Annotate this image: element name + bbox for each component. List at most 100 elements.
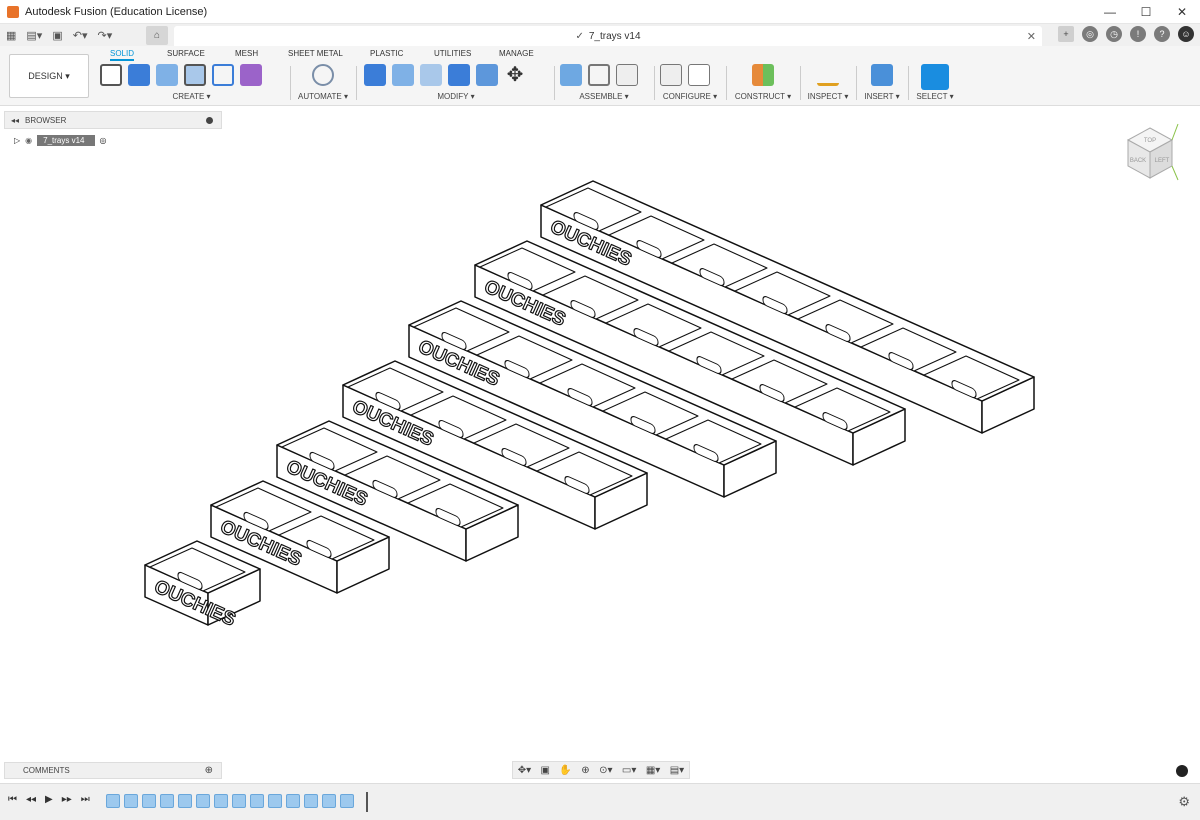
- fillet-icon[interactable]: [392, 64, 414, 86]
- tab-sheet-metal[interactable]: SHEET METAL: [288, 49, 343, 58]
- file-menu-icon[interactable]: ▤▾: [26, 29, 42, 42]
- insert-menu[interactable]: INSERT ▾: [862, 92, 902, 101]
- tab-utilities[interactable]: UTILITIES: [434, 49, 471, 58]
- apps-grid-icon[interactable]: ▦: [6, 29, 16, 42]
- timeline-feature[interactable]: [178, 794, 192, 808]
- go-to-end-icon[interactable]: ⏭: [81, 794, 90, 805]
- combine-icon[interactable]: [476, 64, 498, 86]
- job-status-icon[interactable]: ◷: [1106, 26, 1122, 42]
- inspect-menu[interactable]: INSPECT ▾: [806, 92, 850, 101]
- tab-plastic[interactable]: PLASTIC: [370, 49, 403, 58]
- automate-icon[interactable]: [312, 64, 334, 86]
- offset-plane-icon[interactable]: [752, 64, 774, 86]
- timeline-settings-icon[interactable]: ⚙: [1178, 794, 1190, 810]
- extrude-icon[interactable]: [128, 64, 150, 86]
- timeline-feature[interactable]: [142, 794, 156, 808]
- close-button[interactable]: ✕: [1164, 0, 1200, 24]
- configuration-table-icon[interactable]: [688, 64, 710, 86]
- pan-icon[interactable]: ✋: [559, 765, 571, 776]
- text-commands-icon[interactable]: [1176, 765, 1188, 777]
- avatar[interactable]: ☺: [1178, 26, 1194, 42]
- timeline-feature[interactable]: [124, 794, 138, 808]
- browser-panel-header[interactable]: ◂◂ BROWSER: [4, 111, 222, 129]
- create-menu[interactable]: CREATE ▾: [100, 92, 283, 101]
- revolve-icon[interactable]: [156, 64, 178, 86]
- timeline-feature[interactable]: [322, 794, 336, 808]
- grid-settings-icon[interactable]: ▦▾: [646, 765, 660, 776]
- new-tab-icon[interactable]: +: [1058, 26, 1074, 42]
- timeline-feature[interactable]: [196, 794, 210, 808]
- insert-image-icon[interactable]: [871, 64, 893, 86]
- viewcube[interactable]: TOP BACK LEFT: [1120, 120, 1180, 190]
- maximize-button[interactable]: ☐: [1128, 0, 1164, 24]
- timeline-marker[interactable]: [366, 792, 368, 812]
- redo-icon[interactable]: ↷▾: [97, 29, 112, 42]
- home-tab-icon[interactable]: ⌂: [146, 26, 168, 45]
- press-pull-icon[interactable]: [364, 64, 386, 86]
- tab-mesh[interactable]: MESH: [235, 49, 258, 58]
- notifications-icon[interactable]: !: [1130, 26, 1146, 42]
- chamfer-icon[interactable]: [420, 64, 442, 86]
- timeline-feature[interactable]: [286, 794, 300, 808]
- timeline-feature[interactable]: [268, 794, 282, 808]
- zoom-icon[interactable]: ⊕: [581, 765, 589, 776]
- form-icon[interactable]: [240, 64, 262, 86]
- fit-icon[interactable]: ⊙▾: [599, 765, 612, 776]
- save-icon[interactable]: ▣: [52, 29, 62, 42]
- 3d-viewport[interactable]: OUCHIESOUCHIESOUCHIESOUCHIESOUCHIESOUCHI…: [0, 106, 1200, 783]
- assemble-menu[interactable]: ASSEMBLE ▾: [560, 92, 648, 101]
- timeline-feature[interactable]: [160, 794, 174, 808]
- expand-arrow-icon[interactable]: ▷: [14, 136, 20, 145]
- configure-menu[interactable]: CONFIGURE ▾: [660, 92, 720, 101]
- extensions-icon[interactable]: ◎: [1082, 26, 1098, 42]
- play-icon[interactable]: ▶: [45, 794, 53, 805]
- tab-surface[interactable]: SURFACE: [167, 49, 205, 58]
- add-comment-icon[interactable]: ⊕: [205, 765, 213, 776]
- timeline-feature[interactable]: [106, 794, 120, 808]
- timeline-feature[interactable]: [250, 794, 264, 808]
- step-back-icon[interactable]: ◂◂: [26, 794, 36, 805]
- help-icon[interactable]: ?: [1154, 26, 1170, 42]
- tab-bar: ▦ ▤▾ ▣ ↶▾ ↷▾ ⌂ ✓ 7_trays v14 ✕ + ◎ ◷ ! ?…: [0, 24, 1200, 46]
- timeline-feature[interactable]: [232, 794, 246, 808]
- browser-root-node[interactable]: ▷ ◉ 7_trays v14 ◎: [14, 133, 106, 147]
- timeline-feature[interactable]: [214, 794, 228, 808]
- display-settings-icon[interactable]: ▭▾: [622, 765, 636, 776]
- automate-menu[interactable]: AUTOMATE ▾: [296, 92, 350, 101]
- look-at-icon[interactable]: ▣: [541, 765, 550, 776]
- shell-icon[interactable]: [448, 64, 470, 86]
- joint-icon[interactable]: [588, 64, 610, 86]
- new-component-icon[interactable]: [560, 64, 582, 86]
- construct-menu[interactable]: CONSTRUCT ▾: [732, 92, 794, 101]
- as-built-joint-icon[interactable]: [616, 64, 638, 86]
- visibility-eye-icon[interactable]: ◉: [25, 136, 32, 145]
- timeline-feature[interactable]: [340, 794, 354, 808]
- pattern-icon[interactable]: [212, 64, 234, 86]
- measure-icon[interactable]: [817, 64, 839, 86]
- step-forward-icon[interactable]: ▸▸: [62, 794, 72, 805]
- activate-radio-icon[interactable]: ◎: [100, 136, 107, 145]
- tray-1[interactable]: OUCHIES: [144, 540, 261, 631]
- close-tab-icon[interactable]: ✕: [1027, 30, 1036, 43]
- minimize-button[interactable]: —: [1092, 0, 1128, 24]
- workspace-switcher-button[interactable]: DESIGN ▾: [9, 54, 89, 98]
- document-tab[interactable]: ✓ 7_trays v14 ✕: [174, 26, 1042, 46]
- move-icon[interactable]: ✥: [504, 64, 526, 86]
- hole-icon[interactable]: [184, 64, 206, 86]
- go-to-start-icon[interactable]: ⏮: [8, 794, 17, 805]
- viewports-icon[interactable]: ▤▾: [670, 765, 684, 776]
- select-menu[interactable]: SELECT ▾: [914, 92, 956, 101]
- tab-manage[interactable]: MANAGE: [499, 49, 534, 58]
- collapse-browser-icon[interactable]: ◂◂: [11, 116, 19, 125]
- configure-icon[interactable]: [660, 64, 682, 86]
- comments-panel[interactable]: COMMENTS ⊕: [4, 762, 222, 779]
- tab-solid[interactable]: SOLID: [110, 49, 135, 61]
- component-name[interactable]: 7_trays v14: [37, 134, 95, 146]
- timeline-feature[interactable]: [304, 794, 318, 808]
- select-icon[interactable]: [921, 64, 949, 90]
- orbit-icon[interactable]: ✥▾: [518, 765, 531, 776]
- create-sketch-icon[interactable]: [100, 64, 122, 86]
- modify-menu[interactable]: MODIFY ▾: [364, 92, 548, 101]
- browser-pin-icon[interactable]: [206, 116, 213, 124]
- undo-icon[interactable]: ↶▾: [73, 29, 88, 42]
